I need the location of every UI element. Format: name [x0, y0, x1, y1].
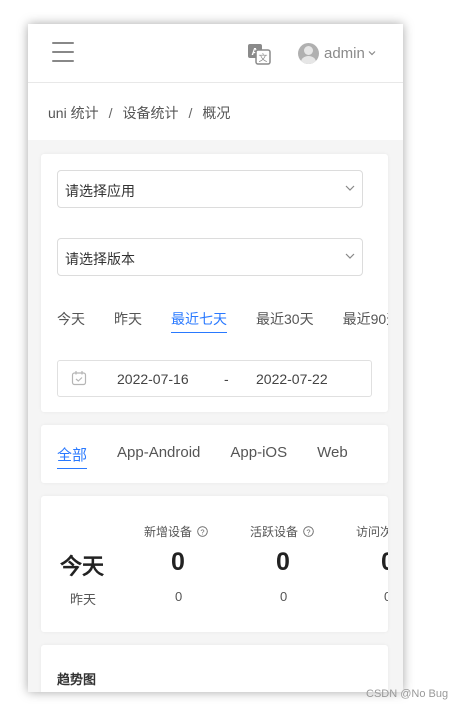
filter-card: 请选择应用 请选择版本 今天 昨天 最近七天 最近30天 最近90天: [41, 154, 388, 412]
breadcrumb-item-overview: 概况: [202, 105, 231, 121]
stat-label-visits: 访问次: [356, 523, 388, 540]
date-range-start[interactable]: 2022-07-16: [117, 371, 189, 387]
stats-card: 新增设备 ? 活跃设备 ? 访问次 今天 0 0 0 昨天 0 0 0: [41, 496, 388, 632]
platform-tab-ios[interactable]: App-iOS: [230, 444, 287, 469]
svg-text:?: ?: [306, 527, 310, 536]
date-range-picker[interactable]: 2022-07-16 - 2022-07-22: [57, 360, 372, 397]
date-tab-today[interactable]: 今天: [57, 309, 85, 333]
platform-card: 全部 App-Android App-iOS Web: [41, 425, 388, 483]
trend-card: 趋势图: [41, 645, 388, 692]
breadcrumb: uni 统计 / 设备统计 / 概况: [48, 103, 230, 123]
stat-today-new-devices: 0: [171, 548, 185, 576]
user-menu[interactable]: admin: [298, 41, 376, 65]
platform-tab-android[interactable]: App-Android: [117, 444, 200, 469]
watermark: CSDN @No Bug: [366, 688, 449, 700]
svg-text:?: ?: [200, 527, 204, 536]
date-range-end[interactable]: 2022-07-22: [256, 371, 328, 387]
date-tab-yesterday[interactable]: 昨天: [114, 309, 142, 333]
calendar-icon: [71, 371, 87, 386]
stat-yesterday-active-devices: 0: [280, 589, 288, 604]
translate-icon[interactable]: A 文: [247, 43, 271, 65]
version-select-placeholder: 请选择版本: [65, 251, 135, 267]
stat-label-new-devices: 新增设备 ?: [144, 523, 208, 540]
stat-label-text: 新增设备: [144, 525, 193, 539]
date-range-separator: -: [224, 371, 229, 387]
platform-tabs: 全部 App-Android App-iOS Web: [57, 444, 378, 469]
stat-label-active-devices: 活跃设备 ?: [250, 523, 314, 540]
breadcrumb-separator: /: [188, 105, 193, 121]
stat-yesterday-visits: 0: [384, 589, 388, 604]
breadcrumb-item-device-stats[interactable]: 设备统计: [122, 103, 178, 123]
top-header: A 文 admin: [28, 24, 403, 83]
date-tab-last-90-days[interactable]: 最近90天: [343, 309, 388, 333]
breadcrumb-item-uni-stats[interactable]: uni 统计: [48, 103, 99, 123]
username: admin: [324, 44, 365, 62]
row-label-today: 今天: [60, 554, 105, 579]
platform-tab-all[interactable]: 全部: [57, 444, 88, 469]
app-window: A 文 admin uni 统计 / 设备统计 / 概况 请选择应用 请选择版本: [28, 24, 403, 692]
row-label-yesterday: 昨天: [70, 592, 97, 607]
question-circle-icon[interactable]: ?: [197, 526, 208, 537]
breadcrumb-separator: /: [108, 105, 113, 121]
question-circle-icon[interactable]: ?: [303, 526, 314, 537]
stat-yesterday-new-devices: 0: [175, 589, 183, 604]
hamburger-menu-icon[interactable]: [52, 42, 74, 62]
chevron-down-icon: [345, 253, 355, 259]
app-select-placeholder: 请选择应用: [65, 183, 135, 199]
date-tab-last-30-days[interactable]: 最近30天: [256, 309, 314, 333]
trend-title: 趋势图: [57, 672, 97, 687]
stat-today-active-devices: 0: [276, 548, 290, 576]
stat-today-visits: 0: [381, 548, 388, 576]
app-select[interactable]: 请选择应用: [57, 170, 363, 208]
platform-tab-web[interactable]: Web: [317, 444, 348, 469]
date-tabs: 今天 昨天 最近七天 最近30天 最近90天: [57, 309, 388, 333]
svg-text:文: 文: [258, 52, 267, 64]
stat-label-text: 访问次: [356, 525, 388, 539]
chevron-down-icon: [368, 51, 376, 56]
stat-label-text: 活跃设备: [250, 525, 299, 539]
date-tab-last-7-days[interactable]: 最近七天: [171, 309, 227, 333]
chevron-down-icon: [345, 185, 355, 191]
user-avatar-icon: [298, 42, 319, 64]
version-select[interactable]: 请选择版本: [57, 238, 363, 276]
